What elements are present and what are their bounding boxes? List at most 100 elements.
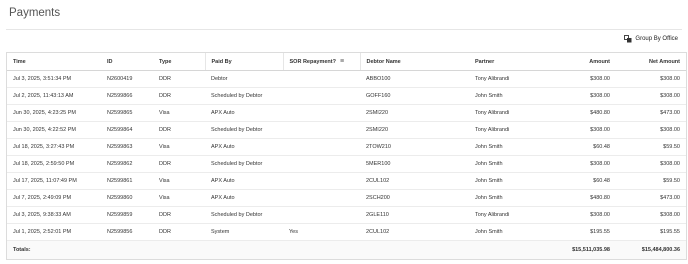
cell-net-amount: $308.00 [616, 206, 686, 224]
cell-amount: $480.80 [554, 189, 616, 207]
cell-net-amount: $473.00 [616, 104, 686, 122]
cell-paid-by: APX Auto [205, 104, 283, 122]
cell-debtor-name: 2SMI220 [360, 121, 469, 139]
cell-type: DDR [153, 206, 205, 224]
cell-amount: $308.00 [554, 70, 616, 88]
column-header-sor-repayment[interactable]: SOR Repayment? ≡ [282, 53, 360, 71]
totals-amount: $15,511,035.98 [554, 240, 616, 259]
cell-type: Visa [153, 138, 205, 156]
cell-debtor-name: 2SMI220 [360, 104, 469, 122]
cell-partner: John Smith [469, 87, 554, 105]
table-row[interactable]: Jul 18, 2025, 2:59:50 PM N2599862 DDR Sched… [7, 155, 686, 173]
cell-debtor-name: GOFF160 [360, 87, 469, 105]
cell-amount: $195.55 [554, 223, 616, 241]
cell-debtor-name: ABBO100 [360, 70, 469, 88]
table-row[interactable]: Jul 18, 2025, 3:27:43 PM N2599863 Visa APX … [7, 138, 686, 156]
table-row[interactable]: Jun 30, 2025, 4:22:52 PM N2599864 DDR Sched… [7, 121, 686, 139]
cell-id: N2599859 [101, 206, 153, 224]
table-row[interactable]: Jul 3, 2025, 9:38:33 AM N2599859 DDR Schedu… [7, 206, 686, 224]
totals-net-amount: $15,484,800.36 [616, 240, 686, 259]
cell-id: N2599862 [101, 155, 153, 173]
group-by-office-label: Group By Office [635, 36, 678, 42]
cell-debtor-name: 2CUL102 [360, 172, 469, 190]
table-row[interactable]: Jul 2, 2025, 11:43:13 AM N2599866 DDR Sched… [7, 87, 686, 105]
column-header-paid-by[interactable]: Paid By [204, 53, 283, 71]
cell-type: Visa [153, 172, 205, 190]
cell-paid-by: System [205, 223, 283, 241]
cell-id: N2600419 [101, 70, 153, 88]
table-row[interactable]: Jul 17, 2025, 11:07:49 PM N2599861 Visa APX… [7, 172, 686, 190]
cell-sor-repayment [283, 121, 360, 139]
sor-repayment-label: SOR Repayment? [289, 59, 336, 65]
cell-time: Jul 2, 2025, 11:43:13 AM [7, 87, 101, 105]
totals-label: Totals: [7, 240, 101, 259]
cell-type: DDR [153, 155, 205, 173]
column-header-time[interactable]: Time [7, 53, 101, 71]
payments-table: Time ID Type Paid By SOR Repayment? ≡ Deb… [6, 52, 687, 260]
table-row[interactable]: Jul 1, 2025, 2:52:01 PM N2599856 DDR System… [7, 223, 686, 241]
cell-partner: John Smith [469, 223, 554, 241]
column-header-debtor-name[interactable]: Debtor Name [359, 53, 469, 71]
cell-sor-repayment: Yes [283, 223, 360, 241]
column-header-amount[interactable]: Amount [554, 53, 616, 71]
cell-sor-repayment [283, 87, 360, 105]
cell-type: DDR [153, 87, 205, 105]
filter-lines-icon[interactable]: ≡ [340, 58, 344, 65]
group-by-office-button[interactable]: Group By Office [624, 35, 678, 43]
cell-partner: Tony Alibrandi [469, 70, 554, 88]
column-header-id[interactable]: ID [101, 53, 153, 71]
cell-time: Jul 17, 2025, 11:07:49 PM [7, 172, 101, 190]
cell-sor-repayment [283, 138, 360, 156]
cell-amount: $308.00 [554, 87, 616, 105]
grid-icon [624, 35, 632, 43]
cell-paid-by: APX Auto [205, 138, 283, 156]
table-row[interactable]: Jul 3, 2025, 3:51:34 PM N2600419 DDR Debtor… [7, 70, 686, 88]
cell-paid-by: Debtor [205, 70, 283, 88]
cell-amount: $480.80 [554, 104, 616, 122]
cell-net-amount: $308.00 [616, 121, 686, 139]
cell-id: N2599866 [101, 87, 153, 105]
cell-id: N2599861 [101, 172, 153, 190]
cell-sor-repayment [283, 206, 360, 224]
cell-partner: Tony Alibrandi [469, 206, 554, 224]
cell-id: N2599865 [101, 104, 153, 122]
cell-partner: Tony Alibrandi [469, 121, 554, 139]
cell-sor-repayment [283, 155, 360, 173]
cell-time: Jul 1, 2025, 2:52:01 PM [7, 223, 101, 241]
cell-partner: John Smith [469, 189, 554, 207]
cell-debtor-name: 2CUL102 [360, 223, 469, 241]
cell-id: N2599860 [101, 189, 153, 207]
cell-net-amount: $308.00 [616, 70, 686, 88]
cell-time: Jun 30, 2025, 4:23:25 PM [7, 104, 101, 122]
table-row[interactable]: Jul 7, 2025, 2:49:09 PM N2599860 Visa APX A… [7, 189, 686, 207]
cell-time: Jul 18, 2025, 3:27:43 PM [7, 138, 101, 156]
cell-id: N2599864 [101, 121, 153, 139]
cell-sor-repayment [283, 104, 360, 122]
cell-id: N2599863 [101, 138, 153, 156]
table-row[interactable]: Jun 30, 2025, 4:23:25 PM N2599865 Visa APX … [7, 104, 686, 122]
column-header-partner[interactable]: Partner [469, 53, 554, 71]
column-header-net-amount[interactable]: Net Amount [616, 53, 686, 71]
cell-sor-repayment [283, 189, 360, 207]
cell-amount: $308.00 [554, 155, 616, 173]
cell-paid-by: Scheduled by Debtor [205, 121, 283, 139]
page-title: Payments [9, 7, 61, 19]
cell-time: Jul 3, 2025, 3:51:34 PM [7, 70, 101, 88]
cell-debtor-name: 2TOW210 [360, 138, 469, 156]
cell-debtor-name: 2GLE110 [360, 206, 469, 224]
cell-net-amount: $59.50 [616, 172, 686, 190]
cell-type: DDR [153, 121, 205, 139]
column-header-type[interactable]: Type [153, 53, 205, 71]
cell-partner: John Smith [469, 155, 554, 173]
title-divider [6, 29, 682, 30]
cell-net-amount: $59.50 [616, 138, 686, 156]
cell-net-amount: $473.00 [616, 189, 686, 207]
cell-net-amount: $308.00 [616, 155, 686, 173]
table-header-row: Time ID Type Paid By SOR Repayment? ≡ Deb… [7, 53, 686, 71]
cell-paid-by: Scheduled by Debtor [205, 206, 283, 224]
cell-paid-by: Scheduled by Debtor [205, 87, 283, 105]
cell-net-amount: $308.00 [616, 87, 686, 105]
cell-net-amount: $195.55 [616, 223, 686, 241]
cell-amount: $308.00 [554, 121, 616, 139]
cell-type: Visa [153, 189, 205, 207]
